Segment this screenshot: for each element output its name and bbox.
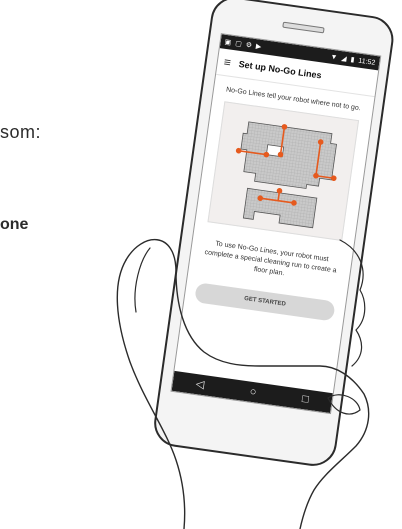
hand-finger-detail: [134, 247, 151, 313]
hand-outline: [125, 238, 370, 529]
hand-thumb-nail: [327, 394, 361, 415]
hand-right-fingers: [339, 239, 366, 367]
hand-illustration: [116, 238, 370, 529]
hand-finger: [116, 259, 186, 529]
